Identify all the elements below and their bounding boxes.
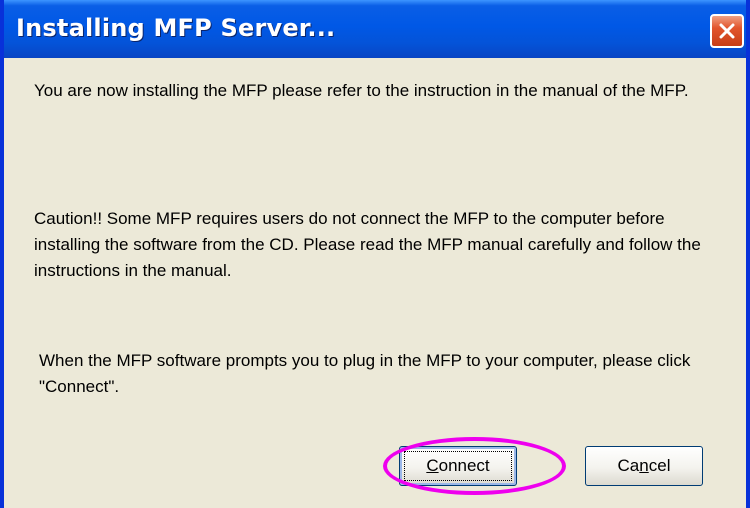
connect-button[interactable]: Connect [399,446,517,486]
installer-dialog: Installing MFP Server... You are now ins… [0,0,750,508]
connect-mnemonic: C [426,456,439,475]
close-icon [719,23,735,39]
dialog-title: Installing MFP Server... [16,14,336,42]
close-button[interactable] [710,14,744,48]
caution-text: Caution!! Some MFP requires users do not… [34,209,701,280]
intro-text: You are now installing the MFP please re… [34,81,689,100]
cancel-label-start: Ca [617,456,640,475]
cancel-mnemonic: n [639,456,649,475]
connect-label: onnect [438,456,490,475]
prompt-text: When the MFP software prompts you to plu… [39,351,691,396]
cancel-button[interactable]: Cancel [585,446,703,486]
title-bar[interactable]: Installing MFP Server... [4,0,746,58]
cancel-label-end: cel [648,456,671,475]
